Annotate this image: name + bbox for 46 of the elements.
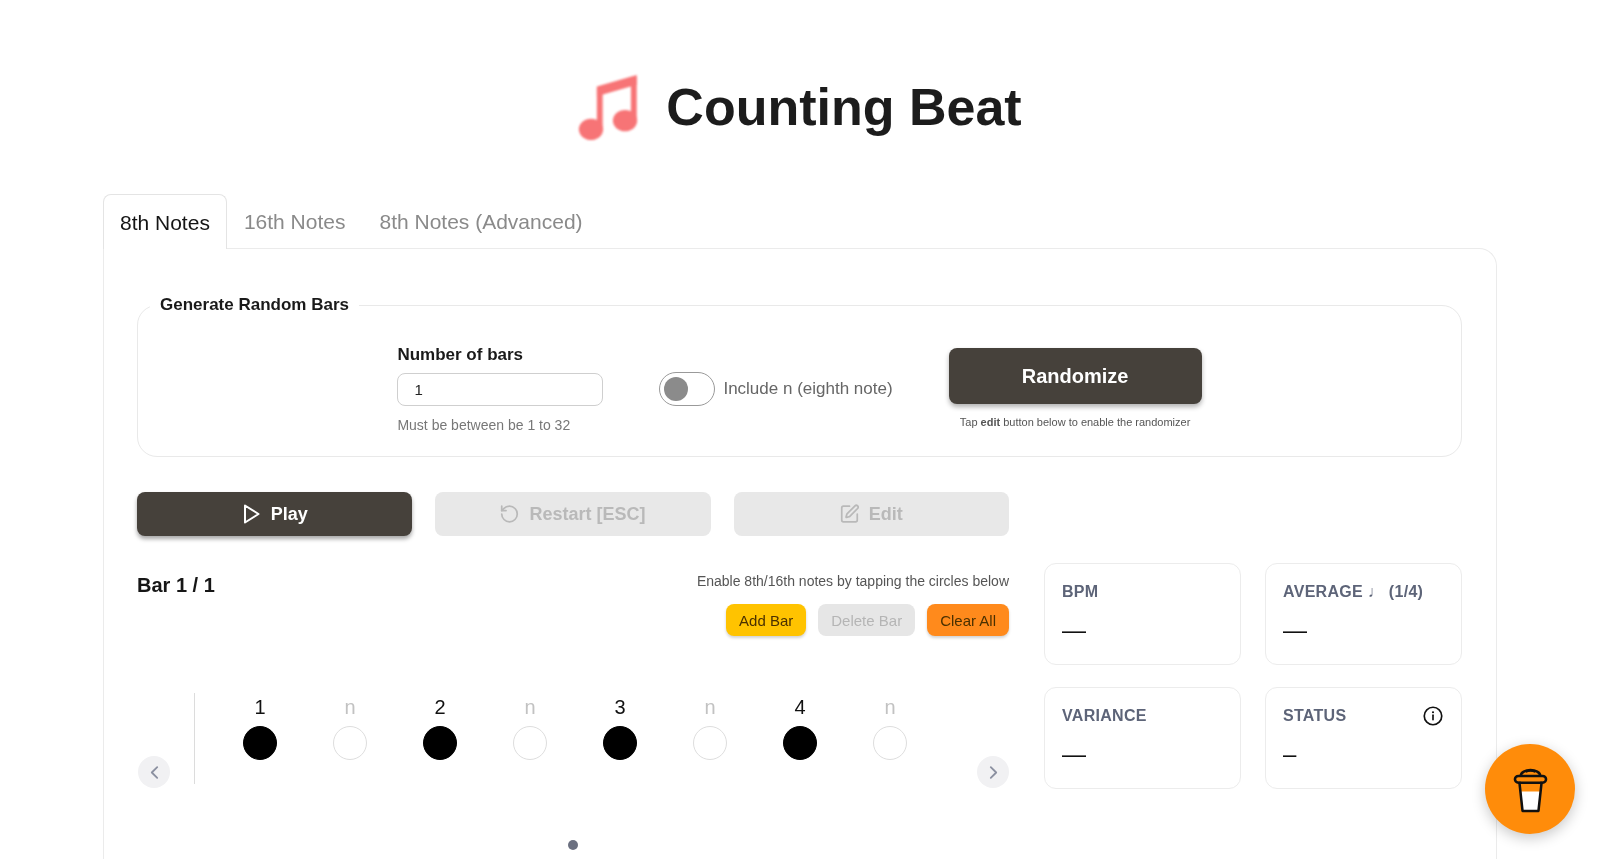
beat-number: 4 (794, 695, 806, 719)
stat-value: – (1283, 740, 1297, 768)
hint-text: Enable 8th/16th notes by tapping the circles below (696, 572, 1009, 590)
bar-action-button[interactable]: Add Bar (726, 604, 807, 636)
note-circle[interactable] (423, 726, 457, 760)
randomize-hint: Tap edit button below to enable the randomizer (959, 415, 1191, 429)
tab[interactable]: 8th Notes (103, 194, 227, 249)
play-button[interactable]: Play (137, 492, 413, 536)
stat-value: — (1283, 616, 1307, 644)
note-circle[interactable] (243, 726, 277, 760)
tab[interactable]: 8th Notes (Advanced) (362, 194, 600, 248)
stat-label: STATUS (1283, 706, 1347, 726)
number-input[interactable]: 1 (397, 373, 604, 406)
chevron-left-icon (149, 764, 159, 780)
restart-icon (500, 504, 520, 524)
helper-text: Must be between be 1 to 32 (397, 416, 572, 434)
next-button[interactable] (977, 756, 1009, 788)
edit-icon (839, 504, 859, 524)
subdivision-label: n (884, 695, 896, 719)
toggle-switch[interactable] (659, 372, 716, 406)
coffee-button[interactable] (1485, 744, 1575, 834)
play-icon (241, 504, 261, 524)
beat-number: 3 (614, 695, 626, 719)
info-icon[interactable] (1423, 706, 1443, 726)
field-label: Number of bars (397, 345, 525, 365)
note-circle[interactable] (603, 726, 637, 760)
note-circle[interactable] (783, 726, 817, 760)
stat-label: VARIANCE (1062, 706, 1147, 726)
beat-number: 2 (434, 695, 446, 719)
stat-label: AVERAGE ♩ (1/4) (1283, 582, 1424, 602)
previous-button[interactable] (138, 756, 170, 788)
subdivision-label: n (344, 695, 356, 719)
bar-action-button[interactable]: Clear All (927, 604, 1009, 636)
chevron-right-icon (988, 764, 998, 780)
bar-title: Bar 1 / 1 (137, 573, 215, 597)
page-dot[interactable] (568, 840, 578, 850)
stat-value: — (1062, 740, 1086, 768)
subdivision-label: n (524, 695, 536, 719)
tab[interactable]: 16th Notes (226, 194, 363, 248)
randomize-button[interactable]: Randomize (948, 348, 1202, 404)
stat-label: BPM (1062, 582, 1099, 602)
app-title: Counting Beat (666, 77, 1022, 138)
toggle-label: Include n (eighth note) (723, 378, 893, 400)
beat-number: 1 (254, 695, 266, 719)
stat-value: — (1062, 616, 1086, 644)
subdivision-label: n (704, 695, 716, 719)
